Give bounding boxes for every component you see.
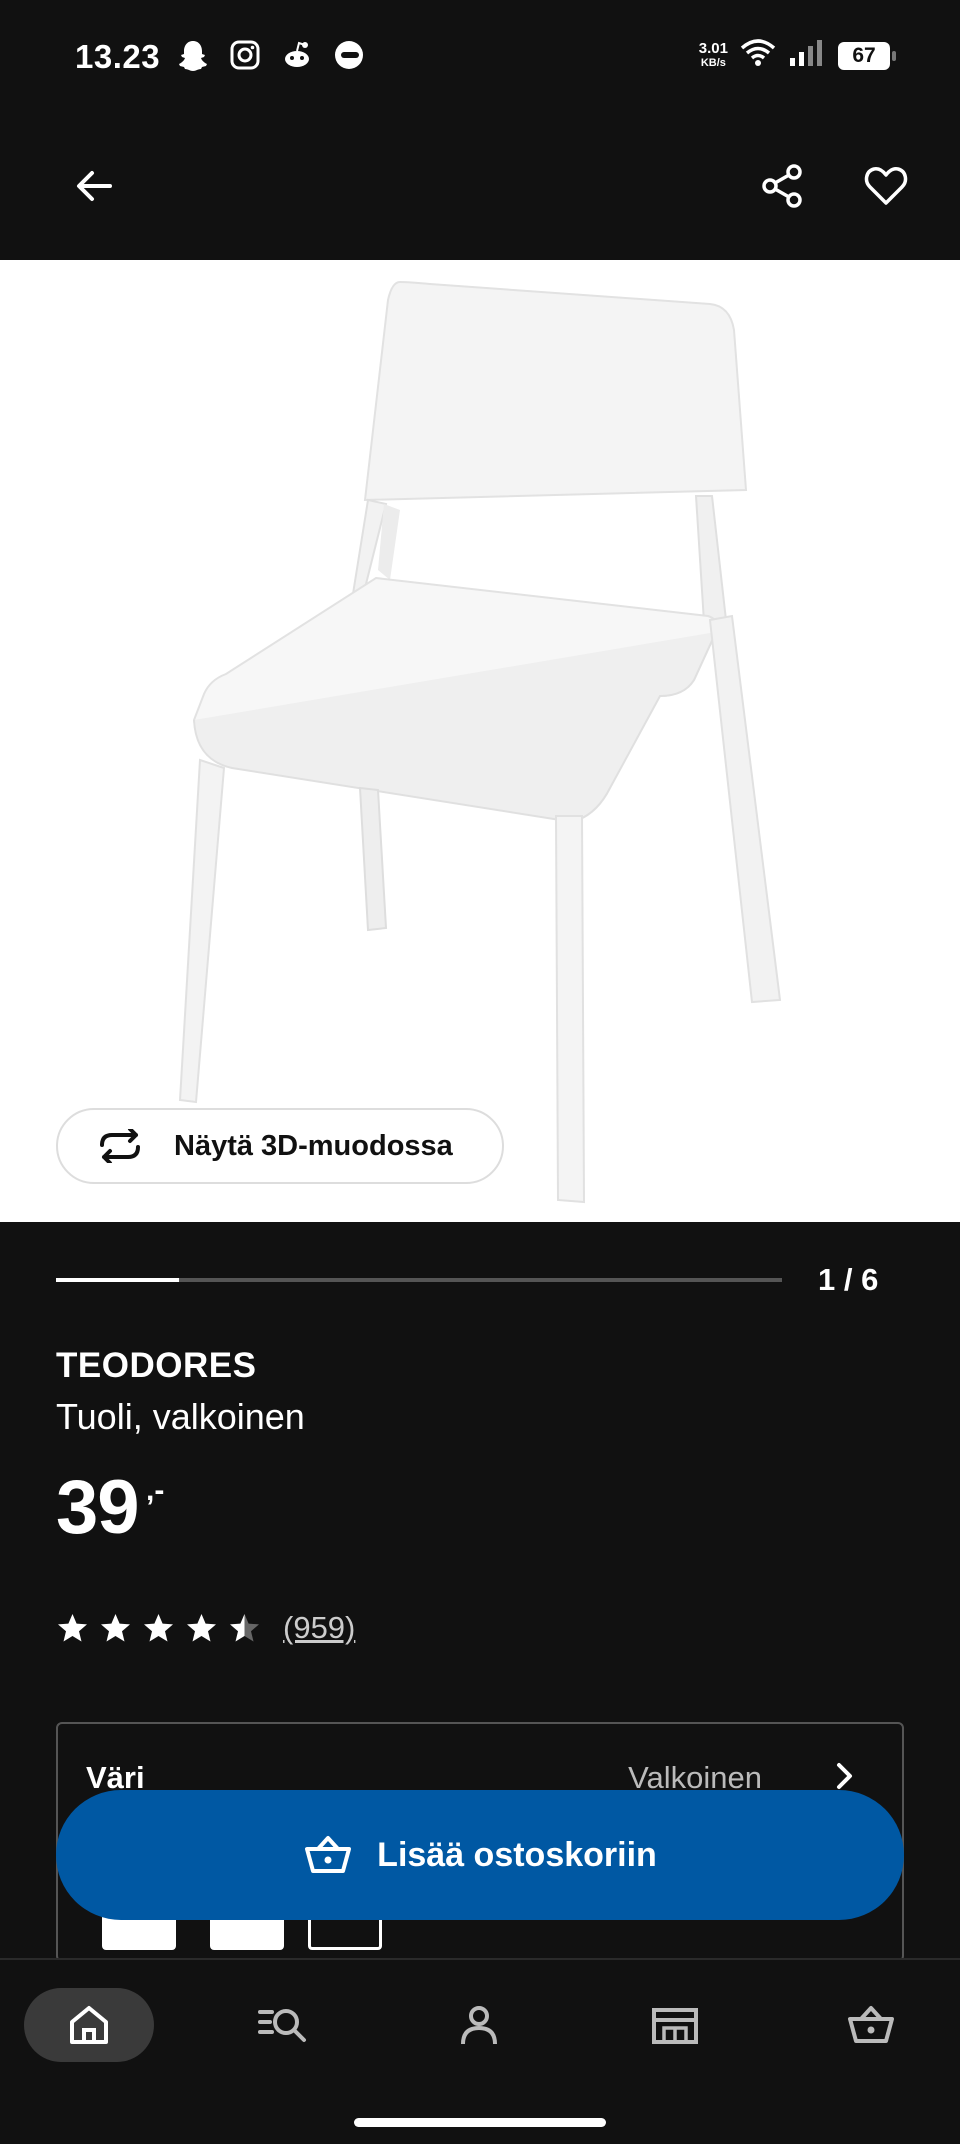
price-suffix: ,- bbox=[146, 1474, 165, 1507]
bottom-navigation bbox=[0, 1958, 960, 2144]
star-icon bbox=[144, 1613, 173, 1641]
chevron-right-icon bbox=[837, 1763, 852, 1789]
status-time: 13.23 bbox=[75, 38, 161, 75]
app-icon bbox=[332, 38, 366, 72]
gallery-progress-fill bbox=[56, 1278, 180, 1282]
view-3d-button[interactable]: Näytä 3D-muodossa bbox=[56, 1108, 504, 1184]
review-count-link[interactable]: (959) bbox=[283, 1610, 355, 1646]
share-icon bbox=[762, 164, 802, 208]
status-bar: 13.23 3.01 KB/s 67 bbox=[0, 0, 960, 112]
nav-home[interactable] bbox=[24, 1988, 154, 2062]
product-rating[interactable]: (959) bbox=[56, 1610, 355, 1646]
product-price: 39 bbox=[56, 1465, 140, 1550]
network-speed: 3.01 KB/s bbox=[698, 39, 728, 70]
favorite-button[interactable] bbox=[854, 154, 918, 218]
status-indicators: 3.01 KB/s 67 bbox=[698, 38, 896, 73]
network-speed-unit: KB/s bbox=[700, 56, 726, 69]
add-to-cart-label: Lisää ostoskoriin bbox=[377, 1835, 657, 1874]
back-button[interactable] bbox=[62, 154, 126, 218]
product-name: TEODORES bbox=[56, 1346, 257, 1385]
gallery-pager: 1 / 6 bbox=[818, 1262, 879, 1297]
share-button[interactable] bbox=[750, 154, 814, 218]
battery-indicator: 67 bbox=[838, 41, 896, 70]
star-icon bbox=[101, 1613, 130, 1641]
star-icon bbox=[230, 1613, 259, 1641]
star-icon bbox=[58, 1613, 87, 1641]
star-icon bbox=[187, 1613, 216, 1641]
instagram-icon bbox=[228, 38, 262, 72]
product-description: Tuoli, valkoinen bbox=[56, 1396, 305, 1437]
home-icon bbox=[70, 2006, 108, 2044]
rotate-3d-icon bbox=[100, 1129, 140, 1163]
rating-stars bbox=[56, 1612, 261, 1645]
search-products-icon bbox=[258, 2009, 306, 2042]
snapchat-icon bbox=[176, 38, 210, 72]
nav-cart[interactable] bbox=[806, 1988, 936, 2062]
product-image-gallery[interactable] bbox=[0, 260, 960, 1222]
chair-image bbox=[178, 280, 782, 1204]
signal-icon bbox=[788, 38, 826, 73]
top-app-bar bbox=[0, 112, 960, 260]
nav-stores[interactable] bbox=[610, 1988, 740, 2062]
home-indicator[interactable] bbox=[354, 2118, 606, 2127]
gallery-progress bbox=[56, 1278, 782, 1282]
reddit-icon bbox=[280, 38, 314, 72]
arrow-left-icon bbox=[77, 171, 112, 201]
nav-search-products[interactable] bbox=[219, 1988, 349, 2062]
heart-icon bbox=[864, 167, 908, 205]
store-icon bbox=[652, 2008, 698, 2044]
network-speed-value: 3.01 bbox=[698, 39, 728, 57]
account-icon bbox=[461, 2006, 497, 2045]
status-app-icons bbox=[176, 38, 366, 72]
add-to-cart-button[interactable]: Lisää ostoskoriin bbox=[56, 1790, 904, 1920]
basket-icon bbox=[305, 1836, 352, 1873]
wifi-icon bbox=[740, 38, 776, 73]
cart-icon bbox=[848, 2006, 894, 2043]
nav-account[interactable] bbox=[414, 1988, 544, 2062]
view-3d-label: Näytä 3D-muodossa bbox=[174, 1129, 453, 1162]
